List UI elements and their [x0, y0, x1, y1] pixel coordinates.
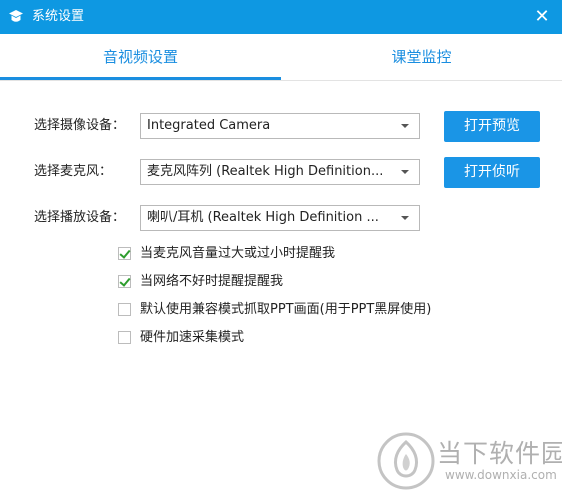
open-preview-button[interactable]: 打开预览 — [444, 111, 540, 142]
tab-bar: 音视频设置 课堂监控 — [0, 34, 562, 81]
hardware-accel-checkbox[interactable] — [118, 331, 131, 344]
network-alert-checkbox[interactable] — [118, 275, 131, 288]
microphone-select[interactable]: 麦克风阵列 (Realtek High Definition... — [140, 159, 420, 185]
chevron-down-icon — [401, 170, 409, 174]
speaker-label: 选择播放设备： — [34, 210, 126, 225]
microphone-label: 选择麦克风： — [34, 164, 113, 179]
watermark-url: www.downxia.com — [445, 468, 557, 482]
speaker-select-value: 喇叭/耳机 (Realtek High Definition ... — [147, 210, 379, 225]
chevron-down-icon — [401, 124, 409, 128]
checkmark-icon — [119, 275, 131, 287]
option-label: 当网络不好时提醒提醒我 — [140, 274, 284, 289]
close-icon[interactable]: ✕ — [530, 5, 554, 29]
mic-volume-alert-checkbox[interactable] — [118, 247, 131, 260]
window-title: 系统设置 — [32, 9, 85, 24]
microphone-select-value: 麦克风阵列 (Realtek High Definition... — [147, 164, 384, 179]
option-label: 硬件加速采集模式 — [140, 330, 245, 345]
camera-select[interactable]: Integrated Camera — [140, 113, 420, 139]
camera-select-value: Integrated Camera — [147, 118, 271, 133]
watermark-brand: 当下软件园 — [437, 439, 562, 468]
option-label: 默认使用兼容模式抓取PPT画面(用于PPT黑屏使用) — [140, 302, 432, 317]
watermark: 当下软件园 www.downxia.com — [375, 430, 562, 492]
ppt-compat-mode-checkbox[interactable] — [118, 303, 131, 316]
open-monitor-button[interactable]: 打开侦听 — [444, 157, 540, 188]
tab-classroom-monitoring[interactable]: 课堂监控 — [281, 34, 562, 80]
checkmark-icon — [119, 247, 131, 259]
watermark-logo-icon — [377, 432, 435, 490]
app-logo-icon — [9, 10, 23, 22]
active-tab-indicator — [0, 77, 281, 80]
tab-audio-video-settings[interactable]: 音视频设置 — [0, 34, 281, 80]
title-bar: 系统设置 ✕ — [0, 0, 562, 34]
chevron-down-icon — [401, 216, 409, 220]
option-label: 当麦克风音量过大或过小时提醒我 — [140, 246, 336, 261]
speaker-select[interactable]: 喇叭/耳机 (Realtek High Definition ... — [140, 205, 420, 231]
camera-label: 选择摄像设备： — [34, 118, 126, 133]
